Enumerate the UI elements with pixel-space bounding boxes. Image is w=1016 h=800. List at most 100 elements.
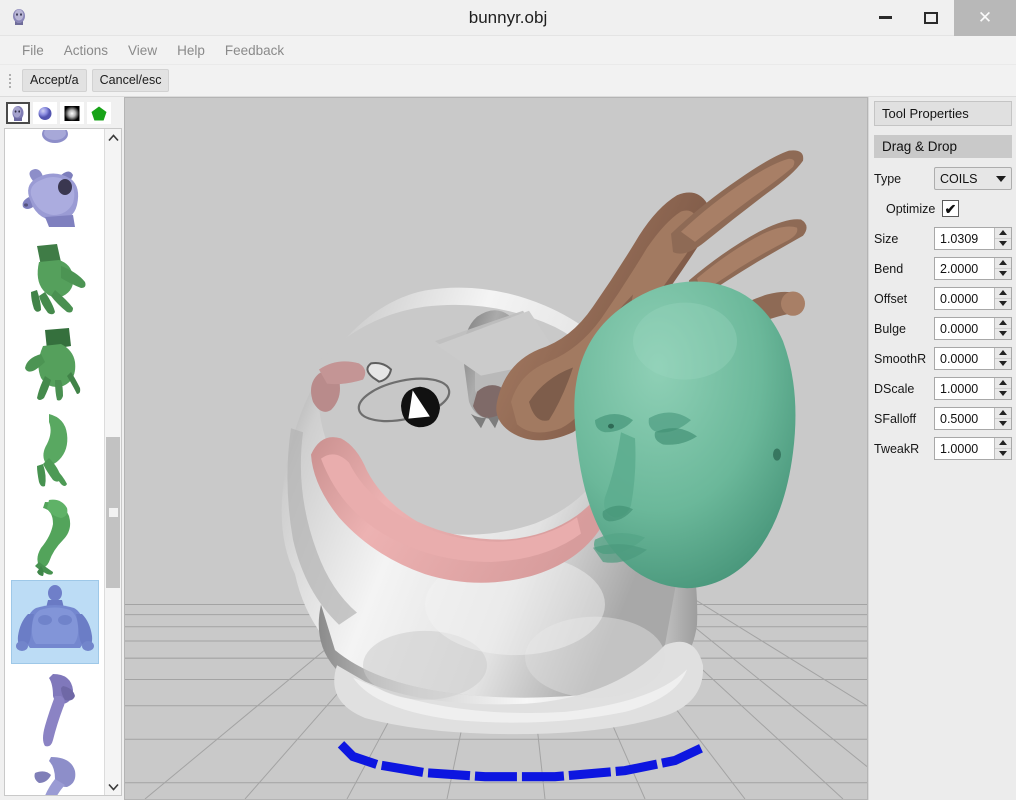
menu-help[interactable]: Help — [167, 39, 215, 62]
caret-down-icon — [999, 451, 1007, 457]
application-window: bunnyr.obj ✕ File Actions View Help Feed… — [0, 0, 1016, 800]
tab-meshes[interactable] — [6, 102, 30, 124]
tweakr-stepper[interactable] — [994, 438, 1011, 459]
sfalloff-decrement-button[interactable] — [995, 419, 1011, 430]
sfalloff-row: SFalloff 0.5000 — [874, 405, 1012, 432]
library-scrollbar[interactable] — [104, 129, 121, 795]
library-item-cow-head-partial[interactable] — [11, 130, 99, 148]
smoothr-decrement-button[interactable] — [995, 359, 1011, 370]
caret-up-icon — [999, 230, 1007, 236]
dscale-decrement-button[interactable] — [995, 389, 1011, 400]
scene-render — [125, 98, 867, 799]
scrollbar-track[interactable] — [105, 146, 121, 778]
bend-value: 2.0000 — [940, 261, 979, 276]
sfalloff-field[interactable]: 0.5000 — [934, 407, 1012, 430]
tweakr-decrement-button[interactable] — [995, 449, 1011, 460]
bulge-stepper[interactable] — [994, 318, 1011, 339]
dscale-increment-button[interactable] — [995, 378, 1011, 389]
caret-down-icon — [999, 421, 1007, 427]
size-field[interactable]: 1.0309 — [934, 227, 1012, 250]
app-icon — [6, 5, 32, 31]
type-label: Type — [874, 171, 902, 186]
caret-up-icon — [999, 290, 1007, 296]
optimize-row: Optimize ✔ — [874, 195, 1012, 222]
sfalloff-value: 0.5000 — [940, 411, 979, 426]
close-button[interactable]: ✕ — [954, 0, 1016, 36]
caret-down-icon — [999, 361, 1007, 367]
caret-up-icon — [999, 260, 1007, 266]
menu-view[interactable]: View — [118, 39, 167, 62]
caret-down-icon — [999, 241, 1007, 247]
size-decrement-button[interactable] — [995, 239, 1011, 250]
accept-button[interactable]: Accept/a — [22, 68, 87, 93]
tab-gradients[interactable] — [60, 102, 84, 124]
smoothr-increment-button[interactable] — [995, 348, 1011, 359]
bend-decrement-button[interactable] — [995, 269, 1011, 280]
size-row: Size 1.0309 — [874, 225, 1012, 252]
caret-up-icon — [999, 350, 1007, 356]
viewport-3d[interactable] — [124, 97, 868, 800]
head-mesh — [574, 281, 796, 589]
section-title: Drag & Drop — [874, 135, 1012, 158]
scrollbar-thumb[interactable] — [106, 436, 120, 589]
menu-file[interactable]: File — [12, 39, 54, 62]
tab-materials[interactable] — [33, 102, 57, 124]
tab-primitives[interactable] — [87, 102, 111, 124]
offset-stepper[interactable] — [994, 288, 1011, 309]
smoothr-field[interactable]: 0.0000 — [934, 347, 1012, 370]
bend-field[interactable]: 2.0000 — [934, 257, 1012, 280]
tool-bar: Accept/a Cancel/esc — [0, 65, 1016, 97]
library-item-arm-a[interactable] — [11, 408, 99, 492]
dscale-stepper[interactable] — [994, 378, 1011, 399]
smoothr-stepper[interactable] — [994, 348, 1011, 369]
dscale-field[interactable]: 1.0000 — [934, 377, 1012, 400]
library-item-leg-a[interactable] — [11, 666, 99, 750]
offset-row: Offset 0.0000 — [874, 285, 1012, 312]
close-icon: ✕ — [977, 8, 993, 27]
sfalloff-stepper[interactable] — [994, 408, 1011, 429]
offset-value: 0.0000 — [940, 291, 979, 306]
library-item-hand-b[interactable] — [11, 322, 99, 406]
bend-increment-button[interactable] — [995, 258, 1011, 269]
library-item-cow-head[interactable] — [11, 150, 99, 234]
smoothr-value: 0.0000 — [940, 351, 979, 366]
library-item-hand-a[interactable] — [11, 236, 99, 320]
scroll-up-arrow-icon[interactable] — [105, 129, 121, 146]
tool-properties-panel: Tool Properties Drag & Drop Type COILS O… — [868, 97, 1016, 800]
library-item-leg-b[interactable] — [11, 752, 99, 795]
menu-actions[interactable]: Actions — [54, 39, 118, 62]
size-stepper[interactable] — [994, 228, 1011, 249]
type-dropdown[interactable]: COILS — [934, 167, 1012, 190]
sfalloff-increment-button[interactable] — [995, 408, 1011, 419]
offset-increment-button[interactable] — [995, 288, 1011, 299]
type-value: COILS — [940, 171, 978, 186]
toolbar-drag-handle[interactable] — [6, 70, 14, 92]
caret-up-icon — [999, 320, 1007, 326]
optimize-checkbox[interactable]: ✔ — [942, 200, 959, 217]
size-label: Size — [874, 231, 899, 246]
bend-stepper[interactable] — [994, 258, 1011, 279]
offset-decrement-button[interactable] — [995, 299, 1011, 310]
tweakr-increment-button[interactable] — [995, 438, 1011, 449]
cancel-button[interactable]: Cancel/esc — [91, 68, 170, 93]
library-list[interactable] — [5, 129, 104, 795]
caret-down-icon — [999, 301, 1007, 307]
size-increment-button[interactable] — [995, 228, 1011, 239]
menu-feedback[interactable]: Feedback — [215, 39, 294, 62]
scroll-down-arrow-icon[interactable] — [105, 778, 121, 795]
bulge-field[interactable]: 0.0000 — [934, 317, 1012, 340]
tweakr-field[interactable]: 1.0000 — [934, 437, 1012, 460]
panel-title: Tool Properties — [874, 101, 1012, 126]
size-value: 1.0309 — [940, 231, 979, 246]
caret-up-icon — [999, 440, 1007, 446]
bulge-decrement-button[interactable] — [995, 329, 1011, 340]
bulge-increment-button[interactable] — [995, 318, 1011, 329]
bend-label: Bend — [874, 261, 904, 276]
smoothr-row: SmoothR 0.0000 — [874, 345, 1012, 372]
minimize-button[interactable] — [862, 0, 908, 36]
offset-field[interactable]: 0.0000 — [934, 287, 1012, 310]
library-item-arm-b[interactable] — [11, 494, 99, 578]
chevron-down-icon — [996, 175, 1006, 182]
maximize-button[interactable] — [908, 0, 954, 36]
library-item-torso[interactable] — [10, 580, 99, 664]
